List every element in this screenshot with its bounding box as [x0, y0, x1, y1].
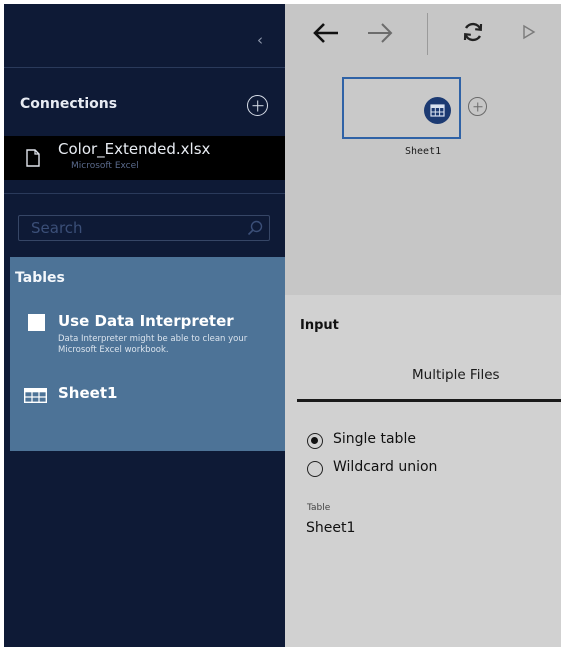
node-table-icon — [424, 97, 451, 124]
tables-panel: Tables Use Data Interpreter Data Interpr… — [10, 257, 285, 451]
divider — [4, 193, 285, 194]
flow-canvas: Sheet1 — [285, 4, 561, 295]
divider — [4, 67, 285, 68]
tab-multiple-files[interactable]: Multiple Files — [412, 367, 500, 383]
refresh-icon[interactable] — [461, 20, 485, 44]
data-interpreter-checkbox[interactable] — [28, 314, 45, 331]
back-arrow-icon[interactable] — [312, 22, 340, 44]
connections-title: Connections — [20, 96, 118, 112]
flow-node-label: Sheet1 — [405, 146, 442, 157]
table-value: Sheet1 — [306, 520, 356, 536]
input-panel-title: Input — [300, 318, 339, 333]
toolbar-separator — [427, 13, 428, 55]
connection-type: Microsoft Excel — [71, 161, 139, 171]
forward-arrow-icon[interactable] — [366, 22, 394, 44]
table-item-label: Sheet1 — [58, 384, 118, 402]
tab-underline — [297, 399, 561, 402]
flow-node-sheet1[interactable] — [342, 77, 461, 139]
wildcard-union-radio[interactable] — [307, 461, 323, 477]
wildcard-union-label[interactable]: Wildcard union — [333, 459, 437, 475]
data-interpreter-label[interactable]: Use Data Interpreter — [58, 312, 234, 330]
single-table-radio[interactable] — [307, 433, 323, 449]
single-table-label[interactable]: Single table — [333, 431, 416, 447]
search-input[interactable] — [19, 216, 239, 240]
tables-title: Tables — [15, 270, 65, 286]
table-caption: Table — [307, 503, 331, 513]
search-box — [18, 215, 270, 241]
file-icon — [26, 149, 40, 167]
input-panel: Input Multiple Files Single table Wildca… — [285, 295, 561, 647]
search-icon[interactable] — [247, 220, 263, 236]
add-step-icon[interactable] — [468, 97, 487, 116]
connection-name: Color_Extended.xlsx — [58, 140, 211, 158]
connection-item[interactable]: Color_Extended.xlsx Microsoft Excel — [4, 136, 285, 180]
add-connection-icon[interactable] — [247, 95, 268, 116]
sidebar: ‹ Connections Color_Extended.xlsx Micros… — [4, 4, 285, 647]
table-item-sheet1[interactable]: Sheet1 — [24, 383, 224, 407]
collapse-sidebar-button[interactable]: ‹ — [253, 30, 267, 50]
data-interpreter-description: Data Interpreter might be able to clean … — [58, 334, 248, 355]
run-icon[interactable] — [522, 24, 536, 40]
table-icon — [24, 388, 47, 403]
